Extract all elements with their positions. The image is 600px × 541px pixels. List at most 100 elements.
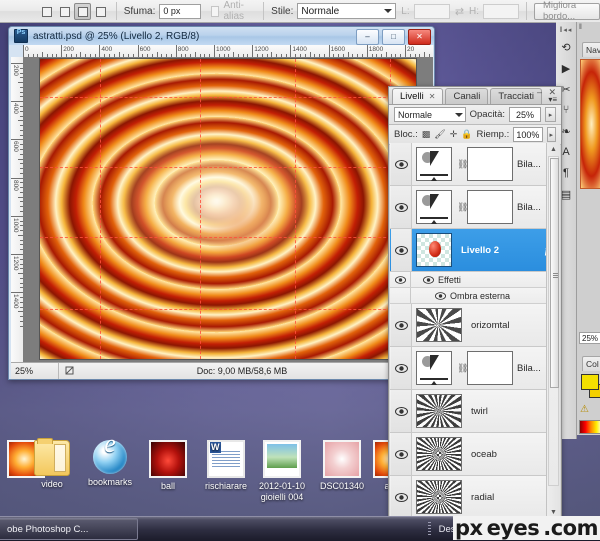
gamut-warning-icon[interactable]: ⚠ — [580, 404, 589, 415]
opacity-input[interactable]: 25% — [509, 107, 541, 122]
table-row[interactable]: orizomtal — [390, 304, 560, 347]
layers-list[interactable]: ⛓ Bila... ⛓ Bila... Livello 2 Effetti Om… — [390, 143, 560, 518]
visibility-toggle-icon[interactable] — [391, 229, 412, 271]
maximize-button[interactable]: □ — [382, 29, 405, 45]
table-row[interactable]: twirl — [390, 390, 560, 433]
tab-tracciati[interactable]: Tracciati — [490, 88, 542, 104]
visibility-toggle-icon[interactable] — [391, 347, 412, 389]
canvas-viewport[interactable] — [23, 57, 433, 377]
layer-thumbnail[interactable] — [416, 351, 452, 385]
table-row[interactable]: radial — [390, 476, 560, 518]
lock-buttons: ▩ 🖌 ✛ 🔒 — [422, 129, 473, 140]
layer-thumbnail[interactable] — [416, 308, 462, 342]
right-dock: ‖ Nav 25% Col ⚠ — [576, 22, 600, 435]
ruler-tick-label: 1000 — [12, 217, 19, 233]
ruler-tick-label: 800 — [12, 179, 19, 191]
close-button[interactable]: ✕ — [408, 29, 431, 45]
feather-input[interactable]: 0 px — [159, 3, 202, 19]
width-input[interactable] — [413, 3, 450, 19]
tab-canali[interactable]: Canali — [445, 88, 489, 104]
navigator-thumbnail[interactable] — [580, 59, 600, 189]
layer-mask-thumbnail[interactable] — [467, 190, 513, 224]
document-statusbar: 25% Doc: 9,00 MB/58,6 MB ▶ ◂ — [11, 362, 432, 379]
guide-vertical — [295, 59, 297, 359]
minimize-button[interactable]: – — [356, 29, 379, 45]
style-select[interactable]: Normale — [297, 3, 396, 19]
color-ramp[interactable] — [579, 420, 600, 434]
refine-edge-button[interactable]: Migliora bordo... — [533, 0, 600, 22]
rotate-view-icon[interactable]: ⟲ — [558, 39, 574, 55]
fill-stepper[interactable]: ▸ — [546, 127, 556, 142]
table-row[interactable]: ⛓ Bila... — [390, 143, 560, 186]
scroll-up-button[interactable]: ▲ — [547, 143, 560, 155]
panel-collapse-grip[interactable]: ‖◂◂ — [557, 26, 575, 34]
link-icon[interactable]: ⛓ — [457, 159, 468, 169]
table-row[interactable]: ⛓ Bila... — [390, 347, 560, 390]
table-row[interactable]: oceab — [390, 433, 560, 476]
layer-thumbnail[interactable] — [416, 190, 452, 224]
layers-scrollbar[interactable]: ▲ ▼ — [546, 143, 560, 518]
layer-thumbnail[interactable] — [416, 480, 462, 514]
blend-mode-select[interactable]: Normale — [394, 107, 466, 122]
word-document-icon — [207, 440, 245, 478]
visibility-toggle-icon[interactable] — [391, 433, 412, 475]
panel-menu-icon[interactable]: ▾≡ — [548, 96, 557, 104]
visibility-toggle-icon[interactable] — [391, 186, 412, 228]
document-titlebar[interactable]: astratti.psd @ 25% (Livello 2, RGB/8) – … — [9, 27, 434, 45]
maximize-icon: □ — [391, 32, 396, 41]
watermark-px: px — [452, 516, 485, 540]
layer-thumbnail[interactable] — [416, 233, 452, 267]
fill-input[interactable]: 100% — [513, 127, 543, 142]
navigator-zoom-field[interactable]: 25% — [579, 332, 600, 344]
table-row[interactable]: Livello 2 fx — [390, 229, 560, 272]
visibility-toggle-icon[interactable] — [391, 143, 412, 185]
link-icon[interactable]: ⛓ — [457, 202, 468, 212]
tab-color[interactable]: Col — [582, 356, 600, 371]
scrollbar-track[interactable] — [548, 156, 559, 486]
toolbar-grip[interactable] — [427, 522, 431, 536]
layers-panel: Livelli ✕ Canali Tracciati – ✕ ▾≡ Normal… — [388, 86, 562, 520]
effects-visibility-icon[interactable] — [421, 275, 435, 284]
zoom-level[interactable]: 25% — [11, 363, 59, 379]
lock-transparency-icon[interactable]: ▩ — [422, 129, 431, 140]
scrollbar-thumb[interactable] — [550, 158, 559, 388]
ruler-tick-label: 1400 — [292, 46, 307, 53]
layer-effect-row[interactable]: Ombra esterna — [390, 288, 560, 304]
height-input[interactable] — [483, 3, 520, 19]
selection-mode-group[interactable] — [38, 2, 109, 20]
chevron-down-icon — [454, 112, 463, 117]
layer-thumbnail[interactable] — [416, 437, 462, 471]
visibility-toggle-icon[interactable] — [391, 304, 412, 346]
taskbar-app-button[interactable]: obe Photoshop C... — [0, 518, 138, 540]
add-to-selection-button[interactable] — [56, 3, 73, 20]
lock-position-icon[interactable]: ✛ — [450, 129, 458, 140]
table-row[interactable]: ⛓ Bila... — [390, 186, 560, 229]
lock-image-icon[interactable]: 🖌 — [434, 129, 445, 140]
visibility-toggle-icon[interactable] — [390, 272, 411, 287]
layer-mask-thumbnail[interactable] — [467, 147, 513, 181]
play-icon[interactable]: ▶ — [558, 60, 574, 76]
link-icon[interactable]: ⛓ — [457, 363, 468, 373]
lock-all-icon[interactable]: 🔒 — [461, 129, 472, 140]
close-icon[interactable]: ✕ — [429, 92, 436, 101]
layer-thumbnail[interactable] — [416, 394, 462, 428]
tab-livelli[interactable]: Livelli ✕ — [392, 88, 444, 104]
visibility-toggle-icon[interactable] — [391, 390, 412, 432]
opacity-stepper[interactable]: ▸ — [545, 107, 556, 122]
layer-thumbnail[interactable] — [416, 147, 452, 181]
canvas-image[interactable] — [40, 59, 416, 359]
effect-visibility-icon[interactable] — [433, 291, 447, 300]
dock-grip[interactable]: ‖ — [579, 24, 583, 31]
subtract-from-selection-button[interactable] — [74, 2, 91, 20]
visibility-toggle-icon[interactable] — [391, 476, 412, 518]
antialias-checkbox[interactable] — [211, 5, 220, 17]
foreground-color-swatch[interactable] — [581, 374, 599, 390]
lock-label: Bloc.: — [394, 129, 418, 140]
tab-navigator[interactable]: Nav — [582, 42, 600, 57]
intersect-selection-button[interactable] — [92, 3, 109, 20]
layer-effects-row[interactable]: Effetti — [390, 272, 560, 288]
layer-mask-thumbnail[interactable] — [467, 351, 513, 385]
new-selection-button[interactable] — [38, 3, 55, 20]
antialias-label: Anti-alias — [223, 0, 245, 22]
swap-icon[interactable]: ⇄ — [455, 5, 464, 18]
